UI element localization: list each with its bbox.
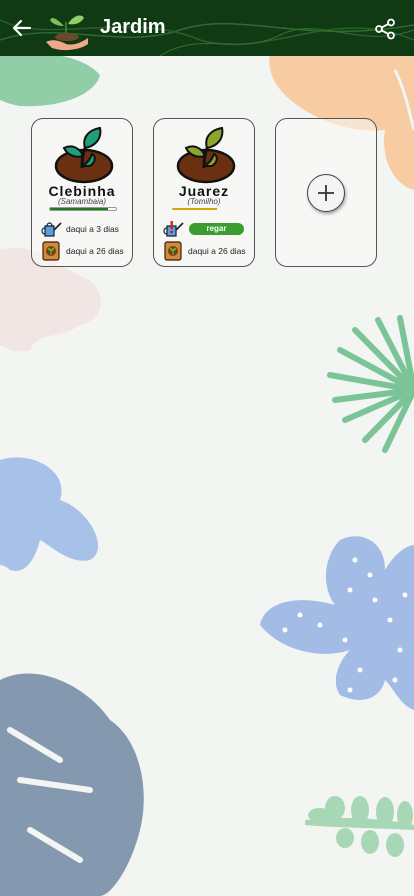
add-plant-button[interactable]	[307, 173, 345, 212]
plant-card[interactable]: Clebinha (Samambaia) daqui a 3 dias daqu…	[31, 118, 133, 267]
plant-grid: Clebinha (Samambaia) daqui a 3 dias daqu…	[31, 118, 377, 267]
water-row: daqui a 3 dias	[40, 219, 119, 239]
fertilize-row: daqui a 26 dias	[40, 241, 124, 261]
add-plant-card[interactable]	[275, 118, 377, 267]
plant-pot-icon	[176, 126, 236, 184]
health-bar-fill	[172, 208, 217, 210]
water-now-button[interactable]: regar	[189, 223, 244, 235]
page-title: Jardim	[100, 16, 166, 38]
water-due-text: daqui a 3 dias	[66, 224, 119, 234]
plus-icon	[318, 184, 334, 201]
fertilizer-bag-icon	[42, 241, 60, 261]
plant-card[interactable]: Juarez (Tomilho) regar daqui a 26 dias	[153, 118, 255, 267]
app-bar: Jardim	[0, 0, 414, 56]
plant-species: (Tomilho)	[187, 197, 221, 206]
plant-pot-icon	[54, 126, 114, 184]
share-icon	[375, 18, 395, 40]
fertilizer-bag-icon	[164, 241, 182, 261]
leaf-blue-left	[0, 457, 99, 571]
water-row: regar	[162, 219, 244, 239]
watering-can-icon	[41, 222, 62, 237]
share-button[interactable]	[370, 14, 400, 44]
watering-can-alert-icon	[163, 221, 184, 237]
fertilize-due-text: daqui a 26 dias	[188, 246, 246, 256]
hand-plant-logo	[46, 15, 88, 51]
back-button[interactable]	[6, 12, 38, 44]
fertilize-row: daqui a 26 dias	[162, 241, 246, 261]
arrow-left-icon	[12, 19, 32, 37]
leaf-blue-dotted-right	[260, 536, 414, 710]
leaf-green-topleft	[0, 52, 100, 107]
leaf-fern-bottomright	[305, 796, 414, 857]
health-bar	[49, 207, 117, 211]
plant-species: (Samambaia)	[57, 197, 106, 206]
fertilize-due-text: daqui a 26 dias	[66, 246, 124, 256]
health-bar	[171, 207, 239, 211]
leaf-fan-right	[327, 315, 414, 453]
health-bar-fill	[50, 208, 109, 210]
